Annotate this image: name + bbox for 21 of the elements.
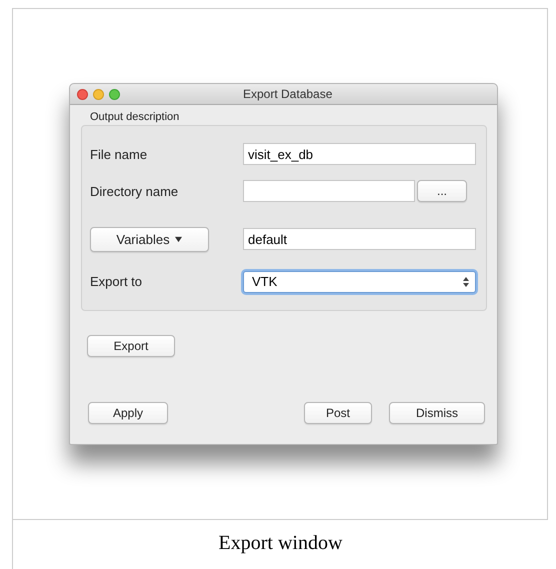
caret-icon: [174, 236, 183, 243]
minimize-button[interactable]: [93, 88, 104, 100]
field-label: File name: [90, 146, 148, 162]
dialog-button[interactable]: Dismiss: [389, 402, 485, 424]
export-button[interactable]: Export: [87, 335, 175, 357]
browse-button[interactable]: ...: [417, 180, 467, 202]
stepper-arrows-icon: [463, 276, 469, 287]
group-title: Output description: [89, 111, 180, 123]
input-field[interactable]: [243, 180, 415, 202]
field-label: Export to: [90, 274, 142, 290]
figure-caption: Export window: [218, 531, 344, 555]
export-format-dropdown[interactable]: VTK: [243, 270, 476, 293]
dialog-button[interactable]: Post: [304, 402, 372, 424]
dialog-button[interactable]: Apply: [88, 402, 168, 424]
input-field[interactable]: visit_ex_db: [243, 143, 476, 166]
variables-menu-button[interactable]: Variables: [90, 226, 209, 252]
close-button[interactable]: [77, 88, 88, 100]
zoom-button[interactable]: [109, 88, 120, 100]
field-label: Directory name: [90, 184, 178, 199]
input-field[interactable]: default: [243, 228, 476, 250]
window-title: Export Database: [243, 87, 332, 101]
